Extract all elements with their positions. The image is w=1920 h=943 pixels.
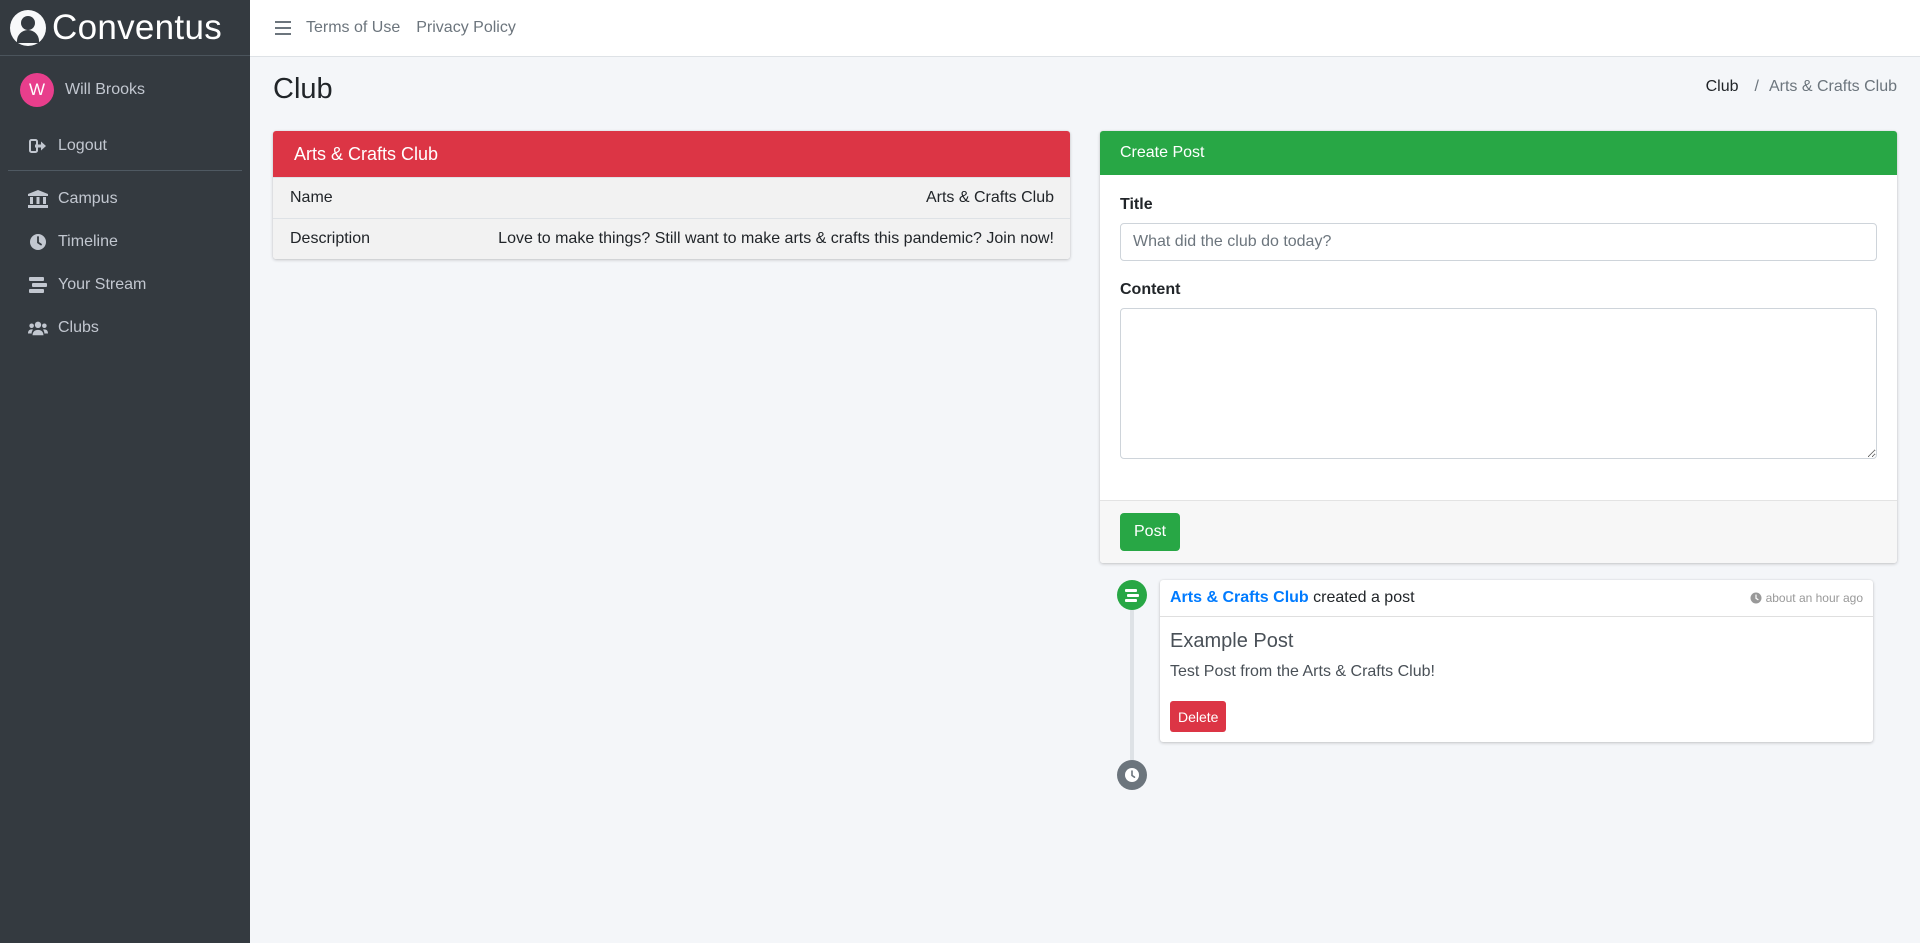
privacy-policy-link[interactable]: Privacy Policy (416, 19, 516, 37)
create-post-footer: Post (1100, 500, 1897, 563)
brand-link[interactable]: Conventus (0, 0, 250, 56)
post-title: Example Post (1170, 630, 1294, 652)
avatar: W (20, 73, 54, 107)
clock-icon (1750, 592, 1762, 604)
sign-out-icon (28, 137, 48, 155)
timeline-item-heading: Arts & Crafts Club created a post (1170, 589, 1415, 607)
user-circle-icon (10, 9, 46, 46)
row-label: Name (290, 189, 333, 206)
row-value: Love to make things? Still want to make … (498, 230, 1054, 247)
create-post-form: Title Content (1100, 175, 1897, 500)
sidebar-item-timeline[interactable]: Timeline (0, 220, 250, 263)
sidebar-item-clubs[interactable]: Clubs (0, 306, 250, 349)
menu-toggle-icon[interactable] (275, 21, 291, 35)
stream-icon (28, 276, 48, 294)
page-title: Club (273, 73, 333, 105)
sidebar-item-campus[interactable]: Campus (0, 177, 250, 220)
sidebar-item-label: Campus (58, 189, 118, 207)
sidebar-item-logout[interactable]: Logout (0, 124, 250, 167)
title-label: Title (1120, 196, 1153, 213)
timeline-time: about an hour ago (1750, 591, 1863, 605)
breadcrumb-current: Arts & Crafts Club (1768, 78, 1897, 95)
sidebar-item-your-stream[interactable]: Your Stream (0, 263, 250, 306)
row-label: Description (290, 230, 371, 247)
sidebar: Conventus W Will Brooks Logout Campus Ti… (0, 0, 250, 943)
sidebar-divider (8, 170, 242, 171)
timeline-item-body: Example Post Test Post from the Arts & C… (1160, 617, 1873, 742)
club-info-card: Arts & Crafts Club Name Arts & Crafts Cl… (273, 131, 1070, 259)
create-post-header: Create Post (1100, 131, 1897, 175)
breadcrumb-club-link[interactable]: Club (1706, 78, 1739, 96)
sidebar-item-label: Your Stream (58, 275, 147, 293)
post-button[interactable]: Post (1120, 513, 1181, 551)
timeline-item: Arts & Crafts Club created a post about … (1160, 580, 1873, 742)
terms-of-use-link[interactable]: Terms of Use (306, 19, 400, 37)
club-link[interactable]: Arts & Crafts Club (1170, 589, 1309, 606)
timeline-item-header: Arts & Crafts Club created a post about … (1160, 580, 1873, 617)
breadcrumb: Club / Arts & Crafts Club (1706, 78, 1897, 96)
post-content-textarea[interactable] (1120, 308, 1877, 459)
user-panel[interactable]: W Will Brooks (0, 56, 250, 124)
club-name-row: Name Arts & Crafts Club (273, 177, 1070, 218)
row-value: Arts & Crafts Club (925, 189, 1054, 206)
sidebar-item-label: Timeline (58, 232, 118, 250)
create-post-card: Create Post Title Content Post (1100, 131, 1897, 563)
breadcrumb-separator: / (1754, 78, 1759, 95)
club-card-header: Arts & Crafts Club (273, 131, 1070, 177)
clock-icon (28, 233, 48, 251)
post-title-input[interactable] (1120, 223, 1877, 261)
post-body: Test Post from the Arts & Crafts Club! (1170, 663, 1435, 680)
clock-icon (1117, 760, 1147, 790)
sidebar-item-label: Logout (58, 136, 107, 154)
timeline-line (1130, 595, 1134, 775)
user-name: Will Brooks (65, 81, 146, 98)
timeline-verb: created a post (1313, 589, 1415, 606)
content-label: Content (1120, 281, 1181, 298)
top-navbar: Terms of Use Privacy Policy (250, 0, 1920, 57)
users-icon (28, 319, 48, 337)
sidebar-item-label: Clubs (58, 318, 99, 336)
brand-name: Conventus (52, 7, 223, 47)
timeline-time-text: about an hour ago (1765, 591, 1863, 605)
university-icon (28, 189, 48, 208)
delete-button[interactable]: Delete (1170, 701, 1227, 732)
club-description-row: Description Love to make things? Still w… (273, 218, 1070, 259)
stream-icon (1117, 580, 1147, 610)
